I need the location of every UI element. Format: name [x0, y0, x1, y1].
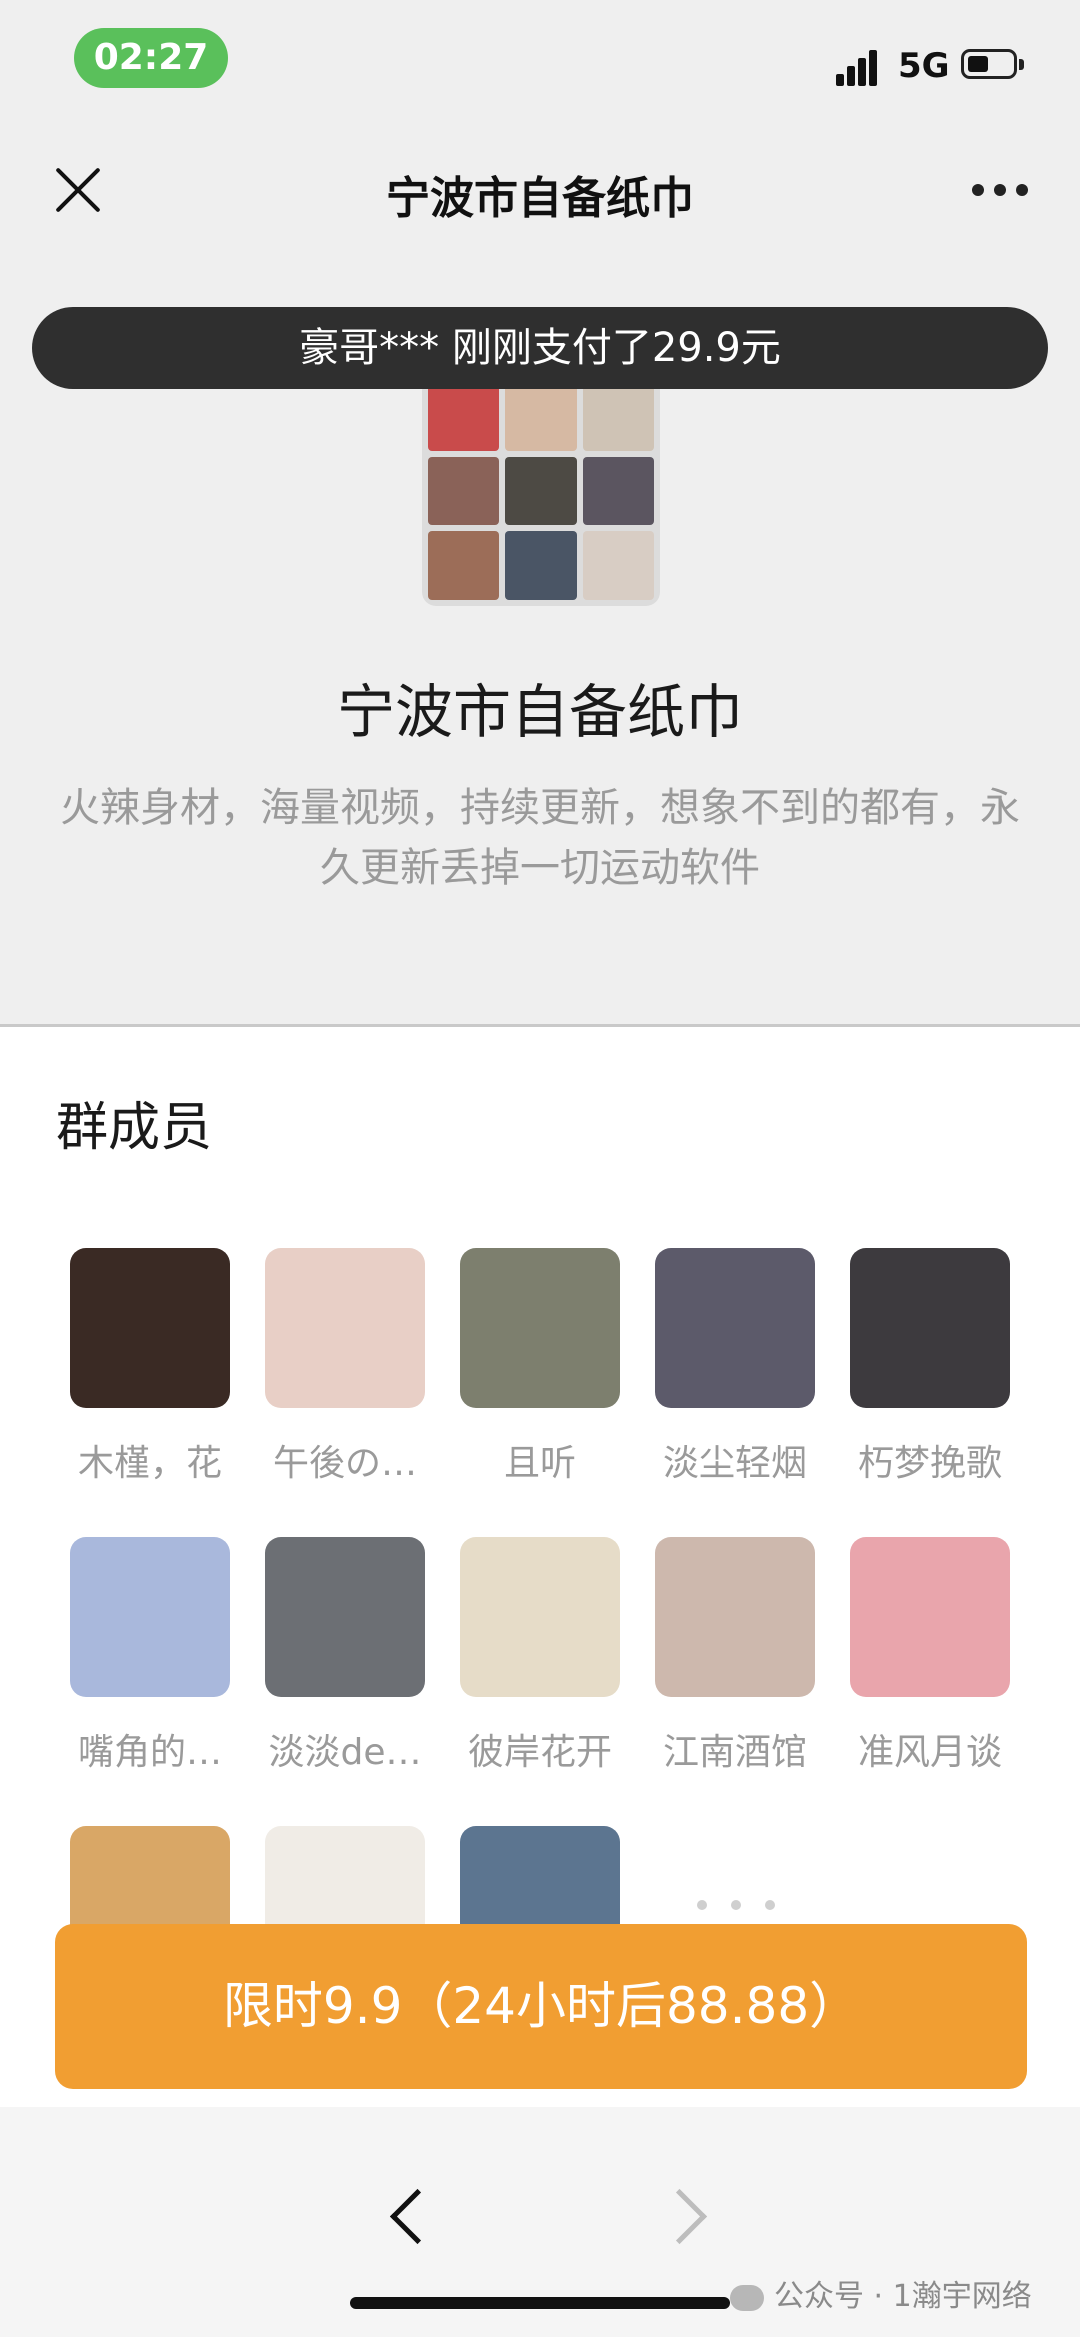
member-avatar[interactable] [850, 1248, 1010, 1408]
battery-icon [961, 49, 1024, 79]
member-name: 午後の… [272, 1443, 417, 1484]
member-item[interactable]: 午後の… [265, 1248, 425, 1486]
member-name: 淡淡de… [268, 1732, 422, 1773]
member-name: 淡尘轻烟 [662, 1443, 807, 1484]
forward-arrow-icon[interactable] [660, 2177, 710, 2257]
status-time: 02:27 [74, 28, 228, 88]
group-avatar-tile [582, 531, 654, 600]
group-description-line1: 火辣身材，海量视频，持续更新，想象不到的都有，永 [60, 785, 1020, 831]
member-name: 嘴角的… [77, 1732, 222, 1773]
member-avatar[interactable] [460, 1248, 620, 1408]
member-avatar[interactable] [265, 1537, 425, 1697]
member-item[interactable]: 且听 [460, 1248, 620, 1486]
more-icon[interactable] [972, 184, 1032, 198]
member-item[interactable]: 朽梦挽歌 [850, 1248, 1010, 1486]
group-avatar-tile [505, 531, 577, 600]
member-item[interactable]: 准风月谈 [850, 1537, 1010, 1775]
member-name: 木槿，花 [77, 1443, 222, 1484]
wechat-icon [730, 2284, 764, 2311]
member-item[interactable]: 淡淡de… [265, 1537, 425, 1775]
group-avatar-tile [582, 456, 654, 526]
group-avatar [422, 376, 660, 606]
payment-toast: 豪哥*** 刚刚支付了29.9元 [32, 307, 1048, 389]
network-label: 5G [898, 46, 950, 86]
member-avatar[interactable] [265, 1248, 425, 1408]
members-title: 群成员 [56, 1098, 213, 1158]
back-arrow-icon[interactable] [380, 2177, 430, 2257]
member-name: 彼岸花开 [467, 1732, 612, 1773]
signal-icon [836, 48, 877, 86]
group-description: 火辣身材，海量视频，持续更新，想象不到的都有，永 久更新丢掉一切运动软件 [0, 778, 1080, 898]
group-avatar-tile [582, 382, 654, 451]
member-avatar[interactable] [70, 1248, 230, 1408]
member-item[interactable]: 淡尘轻烟 [655, 1248, 815, 1486]
member-item[interactable]: 江南酒馆 [655, 1537, 815, 1775]
member-name: 江南酒馆 [662, 1732, 807, 1773]
member-name: 朽梦挽歌 [857, 1443, 1002, 1484]
group-avatar-tile [505, 456, 577, 526]
member-avatar[interactable] [655, 1537, 815, 1697]
browser-bottom-bar: 公众号 · 1瀚宇网络 [0, 2107, 1080, 2337]
group-avatar-tile [428, 456, 500, 526]
status-bar: 02:27 5G [0, 0, 1080, 120]
member-name: 且听 [503, 1443, 576, 1484]
member-avatar[interactable] [70, 1537, 230, 1697]
more-members-icon[interactable] [697, 1900, 787, 1914]
member-item[interactable]: 彼岸花开 [460, 1537, 620, 1775]
home-indicator[interactable] [350, 2297, 730, 2309]
member-item[interactable]: 木槿，花 [70, 1248, 230, 1486]
nav-bar: 宁波市自备纸巾 [0, 120, 1080, 250]
member-item[interactable]: 嘴角的… [70, 1537, 230, 1775]
purchase-button[interactable]: 限时9.9（24小时后88.88） [55, 1924, 1027, 2089]
watermark-text: 公众号 · 1瀚宇网络 [774, 2279, 1032, 2314]
group-description-line2: 久更新丢掉一切运动软件 [320, 845, 760, 891]
member-name: 准风月谈 [857, 1732, 1002, 1773]
member-avatar[interactable] [850, 1537, 1010, 1697]
page-title: 宁波市自备纸巾 [386, 173, 694, 224]
group-avatar-tile [428, 531, 500, 600]
member-avatar[interactable] [460, 1537, 620, 1697]
group-name: 宁波市自备纸巾 [336, 678, 743, 746]
group-avatar-tile [428, 382, 500, 451]
watermark: 公众号 · 1瀚宇网络 [730, 2271, 1032, 2315]
group-avatar-tile [505, 382, 577, 451]
member-avatar[interactable] [655, 1248, 815, 1408]
